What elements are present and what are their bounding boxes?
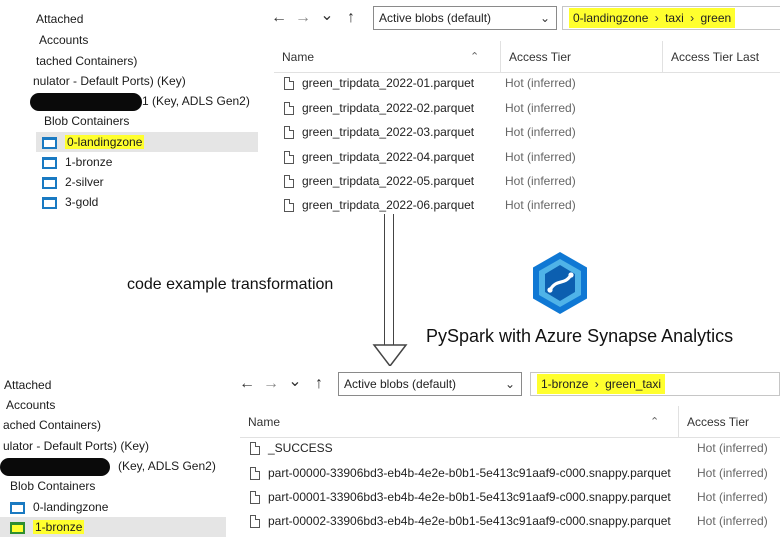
- column-header-name[interactable]: Name: [240, 406, 676, 438]
- bottom-tree-pane: Attached Accounts ached Containers) ulat…: [0, 366, 226, 540]
- file-icon: [284, 151, 294, 165]
- blob-container-icon: [42, 136, 57, 149]
- bottom-toolbar: ← → ⌄ ↑ Active blobs (default) ⌄ 1-bronz…: [230, 370, 780, 400]
- up-arrow-icon[interactable]: ↑: [342, 8, 360, 28]
- breadcrumb-item[interactable]: taxi: [665, 11, 684, 25]
- sort-ascending-icon[interactable]: ⌃: [650, 406, 659, 438]
- table-row[interactable]: green_tripdata_2022-01.parquet Hot (infe…: [284, 71, 780, 95]
- file-icon: [250, 515, 260, 529]
- up-arrow-icon[interactable]: ↑: [310, 374, 328, 394]
- breadcrumb-item[interactable]: 1-bronze: [541, 377, 588, 391]
- file-icon: [284, 126, 294, 140]
- tree-item-2-silver[interactable]: 2-silver: [42, 172, 104, 192]
- tree-item-blob-containers[interactable]: Blob Containers: [44, 111, 129, 131]
- file-icon: [250, 442, 260, 456]
- breadcrumb-item[interactable]: 0-landingzone: [573, 11, 648, 25]
- file-icon: [284, 199, 294, 213]
- tree-item-attached-containers[interactable]: ached Containers): [3, 415, 101, 435]
- tree-item-storage-account[interactable]: 1 (Key, ADLS Gen2): [30, 91, 250, 111]
- azure-synapse-logo-icon: [533, 252, 587, 314]
- file-icon: [250, 467, 260, 481]
- blob-container-icon: [10, 521, 25, 534]
- down-arrow-icon: [372, 344, 408, 368]
- chevron-right-icon: ›: [690, 11, 695, 25]
- table-row[interactable]: green_tripdata_2022-06.parquet Hot (infe…: [284, 193, 780, 214]
- tree-item-attached[interactable]: Attached: [36, 9, 83, 29]
- blob-filter-select[interactable]: Active blobs (default) ⌄: [373, 6, 557, 30]
- tree-item-emulator[interactable]: ulator - Default Ports) (Key): [3, 436, 149, 456]
- tree-item-1-bronze[interactable]: 1-bronze: [0, 517, 226, 537]
- column-header-name[interactable]: Name: [274, 41, 498, 73]
- tree-item-1-bronze[interactable]: 1-bronze: [42, 152, 112, 172]
- blob-container-icon: [42, 196, 57, 209]
- redaction-mark: [0, 457, 110, 476]
- breadcrumb-item[interactable]: green: [700, 11, 731, 25]
- redaction-mark: [30, 92, 142, 111]
- recent-chevron-icon[interactable]: ⌄: [318, 6, 336, 26]
- transform-arrow-shaft: [384, 214, 394, 346]
- chevron-right-icon: ›: [594, 377, 599, 391]
- tree-item-accounts[interactable]: Accounts: [6, 395, 55, 415]
- bottom-storage-explorer: Attached Accounts ached Containers) ulat…: [0, 366, 780, 540]
- column-header-access-tier[interactable]: Access Tier: [500, 41, 660, 73]
- tree-item-emulator[interactable]: nulator - Default Ports) (Key): [33, 71, 186, 91]
- breadcrumb[interactable]: 0-landingzone › taxi › green: [562, 6, 780, 30]
- back-arrow-icon[interactable]: ←: [238, 374, 256, 394]
- tree-item-blob-containers[interactable]: Blob Containers: [10, 476, 95, 496]
- blob-container-icon: [42, 176, 57, 189]
- tree-item-attached[interactable]: Attached: [4, 375, 51, 395]
- forward-arrow-icon[interactable]: →: [294, 8, 312, 28]
- chevron-down-icon: ⌄: [504, 377, 515, 391]
- file-icon: [250, 491, 260, 505]
- file-icon: [284, 102, 294, 116]
- tree-item-accounts[interactable]: Accounts: [39, 30, 88, 50]
- table-row[interactable]: green_tripdata_2022-04.parquet Hot (infe…: [284, 145, 780, 169]
- table-row[interactable]: green_tripdata_2022-03.parquet Hot (infe…: [284, 120, 780, 144]
- blob-container-icon: [10, 501, 25, 514]
- column-header-access-tier-last[interactable]: Access Tier Last: [662, 41, 780, 73]
- column-header-access-tier[interactable]: Access Tier: [678, 406, 780, 438]
- chevron-down-icon: ⌄: [539, 11, 550, 25]
- transformation-caption: code example transformation: [127, 276, 334, 293]
- breadcrumb-item[interactable]: green_taxi: [605, 377, 661, 391]
- table-row[interactable]: _SUCCESS Hot (inferred): [250, 436, 780, 460]
- tree-item-attached-containers[interactable]: tached Containers): [36, 51, 137, 71]
- tree-item-3-gold[interactable]: 3-gold: [42, 192, 98, 212]
- table-row[interactable]: green_tripdata_2022-05.parquet Hot (infe…: [284, 169, 780, 193]
- blob-container-icon: [42, 156, 57, 169]
- forward-arrow-icon[interactable]: →: [262, 374, 280, 394]
- product-caption: PySpark with Azure Synapse Analytics: [426, 326, 734, 346]
- file-icon: [284, 175, 294, 189]
- chevron-right-icon: ›: [654, 11, 659, 25]
- bottom-table-header: Name ⌃ Access Tier: [240, 406, 780, 438]
- table-row[interactable]: part-00002-33906bd3-eb4b-4e2e-b0b1-5e413…: [250, 509, 780, 533]
- top-storage-explorer: Attached Accounts tached Containers) nul…: [0, 0, 780, 214]
- sort-ascending-icon[interactable]: ⌃: [470, 41, 479, 73]
- tree-item-0-landingzone[interactable]: 0-landingzone: [10, 497, 108, 517]
- recent-chevron-icon[interactable]: ⌄: [286, 372, 304, 392]
- tree-item-storage-account[interactable]: (Key, ADLS Gen2): [0, 456, 216, 476]
- blob-filter-select[interactable]: Active blobs (default) ⌄: [338, 372, 522, 396]
- top-toolbar: ← → ⌄ ↑ Active blobs (default) ⌄ 0-landi…: [262, 4, 780, 34]
- top-tree-pane: Attached Accounts tached Containers) nul…: [0, 0, 258, 214]
- table-row[interactable]: part-00000-33906bd3-eb4b-4e2e-b0b1-5e413…: [250, 461, 780, 485]
- back-arrow-icon[interactable]: ←: [270, 8, 288, 28]
- table-row[interactable]: part-00001-33906bd3-eb4b-4e2e-b0b1-5e413…: [250, 485, 780, 509]
- table-row[interactable]: green_tripdata_2022-02.parquet Hot (infe…: [284, 96, 780, 120]
- tree-item-0-landingzone[interactable]: 0-landingzone: [36, 132, 258, 152]
- top-table-header: Name ⌃ Access Tier Access Tier Last: [274, 41, 780, 73]
- breadcrumb[interactable]: 1-bronze › green_taxi: [530, 372, 780, 396]
- file-icon: [284, 77, 294, 91]
